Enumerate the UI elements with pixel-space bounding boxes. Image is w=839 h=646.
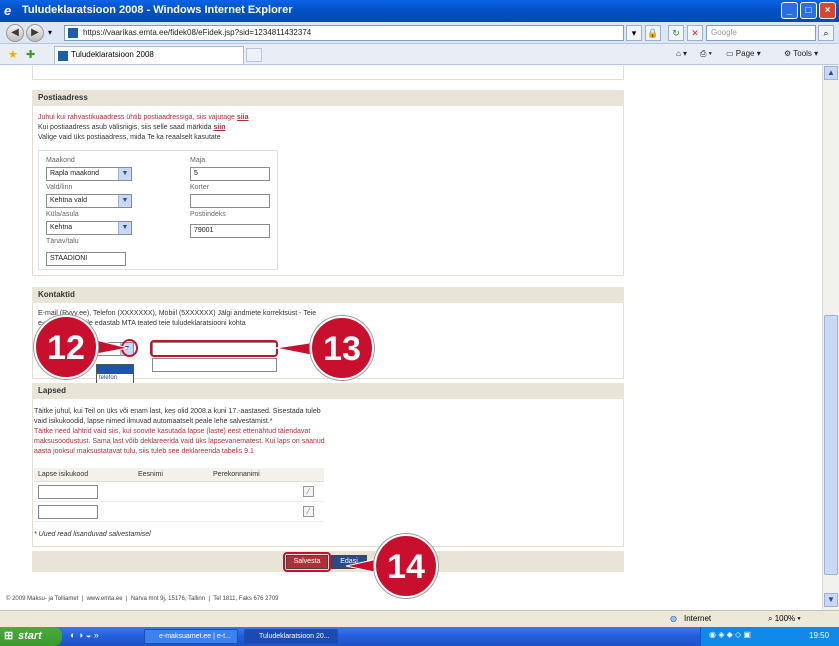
- taskbar-item-emaksuamet[interactable]: e-maksuamet.ee | e-t...: [144, 629, 238, 644]
- system-tray: ◉ ◈ ◆ ◇ ▣ 19:50: [700, 627, 839, 646]
- zone-label: Internet: [684, 614, 712, 623]
- clock: 19:50: [809, 631, 830, 640]
- globe-icon: ◍: [670, 614, 677, 623]
- callout-12: 12: [34, 315, 98, 379]
- tray-icons[interactable]: ◉ ◈ ◆ ◇ ▣: [709, 630, 751, 639]
- windows-logo-icon: ⊞: [4, 630, 14, 642]
- status-bar: ◍ Internet ⌕ 100% ▾: [0, 610, 839, 627]
- callout-13: 13: [310, 316, 374, 380]
- quicklaunch-icons[interactable]: ◐ ◑ ◒ »: [70, 630, 99, 640]
- start-button[interactable]: ⊞ start: [0, 627, 62, 646]
- callout-14: 14: [374, 534, 438, 598]
- zoom-control[interactable]: ⌕ 100% ▾: [768, 614, 801, 624]
- taskbar-item-tuludeklaratsioon[interactable]: Tuludeklaratsioon 20...: [244, 629, 338, 644]
- taskbar: ⊞ start ◐ ◑ ◒ » e-maksuamet.ee | e-t... …: [0, 627, 839, 646]
- callout-12-pointer: [95, 339, 129, 355]
